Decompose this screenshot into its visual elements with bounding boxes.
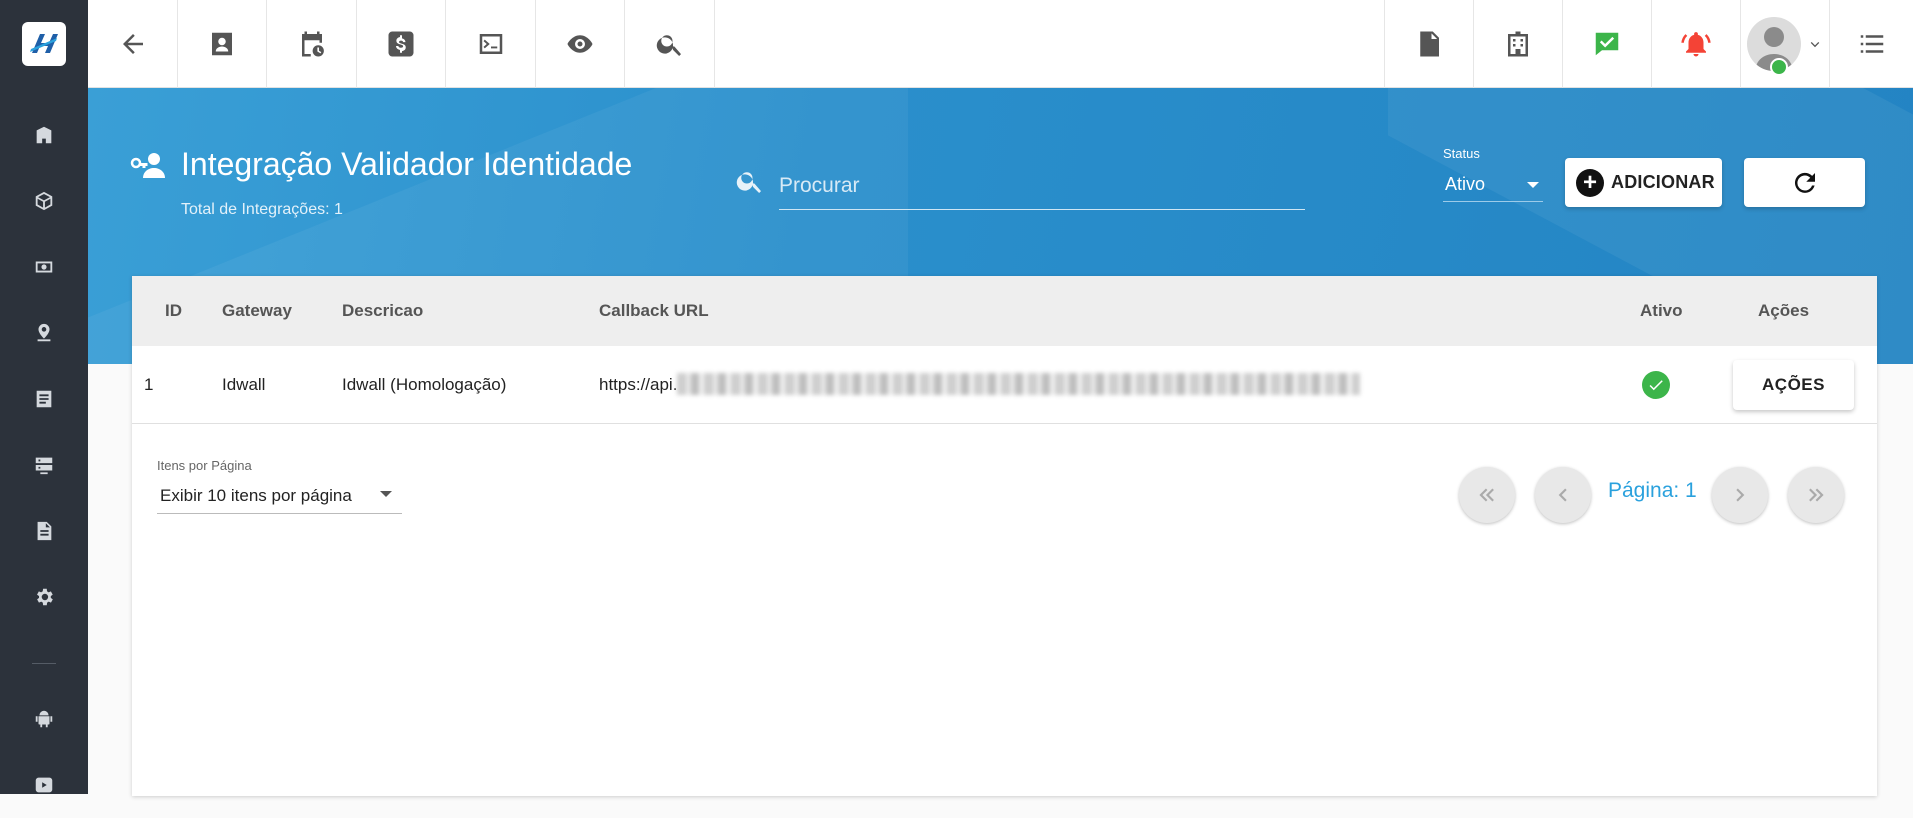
- contact-card-icon: [212, 32, 232, 56]
- sidebar-item-list[interactable]: [0, 366, 88, 432]
- callback-url-prefix: https://api.: [599, 375, 678, 394]
- notifications-button[interactable]: [1651, 0, 1740, 88]
- column-header-ativo[interactable]: Ativo: [1640, 276, 1683, 346]
- contacts-button[interactable]: [178, 0, 267, 88]
- search-icon: [656, 35, 681, 56]
- sidebar: [0, 0, 88, 794]
- search-bar: [735, 162, 1307, 210]
- android-icon: [35, 709, 53, 728]
- active-check-icon: [1642, 371, 1670, 399]
- table-row[interactable]: 1 Idwall Idwall (Homologação) https://ap…: [132, 346, 1877, 424]
- cell-id: 1: [144, 375, 154, 394]
- per-page-value: Exibir 10 itens por página: [160, 486, 352, 505]
- previous-page-button[interactable]: [1535, 467, 1591, 523]
- status-select[interactable]: Ativo: [1443, 168, 1543, 202]
- add-button[interactable]: + ADICIONAR: [1565, 158, 1722, 207]
- column-header-descricao[interactable]: Descricao: [342, 276, 423, 346]
- bell-alert-icon: [1681, 32, 1711, 57]
- money-icon: [35, 261, 53, 273]
- pdf-icon: [1420, 31, 1439, 57]
- table-header: ID Gateway Descricao Callback URL Ativo …: [132, 276, 1877, 346]
- cell-descricao: Idwall (Homologação): [342, 375, 507, 394]
- dollar-icon: [388, 31, 414, 57]
- terminal-icon: [479, 34, 502, 54]
- gear-icon: [37, 588, 53, 606]
- integrations-card: ID Gateway Descricao Callback URL Ativo …: [132, 276, 1877, 796]
- next-page-button[interactable]: [1712, 467, 1768, 523]
- refresh-button[interactable]: [1744, 158, 1865, 207]
- sidebar-bottom-menu: [0, 686, 88, 818]
- brand-logo[interactable]: [22, 22, 66, 66]
- terminal-button[interactable]: [446, 0, 536, 88]
- sidebar-menu: [0, 102, 88, 630]
- column-header-acoes: Ações: [1758, 301, 1810, 320]
- top-toolbar: [88, 0, 1913, 88]
- dropdown-caret-icon: [1527, 182, 1539, 188]
- double-chevron-right-icon: [1809, 488, 1824, 502]
- calendar-clock-icon: [301, 31, 324, 57]
- sidebar-item-android[interactable]: [0, 686, 88, 752]
- list-icon: [36, 390, 52, 408]
- menu-list-icon: [1860, 35, 1883, 53]
- sidebar-item-youtube[interactable]: [0, 752, 88, 818]
- redacted-url: [677, 373, 1361, 396]
- logo-container[interactable]: [0, 0, 88, 88]
- total-integrations-count: Total de Integrações: 1: [181, 201, 343, 218]
- chevron-right-icon: [1736, 488, 1745, 502]
- document-icon: [37, 521, 52, 541]
- search-icon: [736, 172, 761, 193]
- sidebar-item-building[interactable]: [0, 102, 88, 168]
- pdf-button[interactable]: [1384, 0, 1473, 88]
- last-page-button[interactable]: [1788, 467, 1844, 523]
- sidebar-item-document[interactable]: [0, 498, 88, 564]
- user-menu[interactable]: [1740, 0, 1829, 88]
- view-button[interactable]: [536, 0, 625, 88]
- chevron-down-icon: [1810, 42, 1820, 48]
- server-icon: [35, 457, 53, 475]
- online-status-dot: [1770, 58, 1788, 76]
- cell-callback-url: https://api.: [599, 346, 1361, 424]
- sidebar-item-money[interactable]: [0, 234, 88, 300]
- building-icon: [36, 126, 52, 144]
- column-header-id[interactable]: ID: [165, 276, 182, 346]
- page-indicator: Página: 1: [1608, 479, 1697, 502]
- map-pin-icon: [37, 323, 51, 342]
- key-user-icon: [130, 150, 166, 180]
- sidebar-item-server[interactable]: [0, 432, 88, 498]
- chat-check-icon: [1595, 32, 1619, 56]
- sidebar-item-map-pin[interactable]: [0, 300, 88, 366]
- sidebar-divider: [32, 663, 56, 664]
- schedule-button[interactable]: [267, 0, 357, 88]
- cell-gateway: Idwall: [222, 375, 266, 394]
- search-toolbar-button[interactable]: [625, 0, 715, 88]
- company-button[interactable]: [1473, 0, 1562, 88]
- column-header-callback-url[interactable]: Callback URL: [599, 276, 709, 346]
- page-title: Integração Validador Identidade: [181, 146, 633, 182]
- first-page-button[interactable]: [1459, 467, 1515, 523]
- refresh-icon: [1794, 172, 1815, 193]
- search-input[interactable]: [779, 162, 1305, 210]
- back-arrow-icon: [122, 34, 143, 54]
- cube-icon: [35, 191, 53, 211]
- eye-icon: [567, 35, 593, 53]
- column-header-gateway[interactable]: Gateway: [222, 276, 292, 346]
- per-page-select[interactable]: Exibir 10 itens por página: [157, 476, 402, 514]
- back-button[interactable]: [88, 0, 178, 88]
- dropdown-caret-icon: [380, 491, 392, 497]
- finance-button[interactable]: [357, 0, 446, 88]
- chevron-left-icon: [1558, 488, 1567, 502]
- add-button-label: ADICIONAR: [1611, 172, 1715, 192]
- sidebar-item-settings[interactable]: [0, 564, 88, 630]
- actions-button[interactable]: AÇÕES: [1733, 360, 1854, 410]
- per-page-label: Itens por Página: [157, 458, 252, 473]
- messages-button[interactable]: [1562, 0, 1651, 88]
- status-label: Status: [1443, 146, 1480, 161]
- menu-button[interactable]: [1829, 0, 1913, 88]
- double-chevron-left-icon: [1479, 488, 1494, 502]
- status-value: Ativo: [1445, 174, 1486, 194]
- sidebar-item-cube[interactable]: [0, 168, 88, 234]
- building-icon: [1508, 31, 1528, 57]
- plus-circle-icon: +: [1576, 168, 1604, 197]
- youtube-icon: [35, 777, 53, 793]
